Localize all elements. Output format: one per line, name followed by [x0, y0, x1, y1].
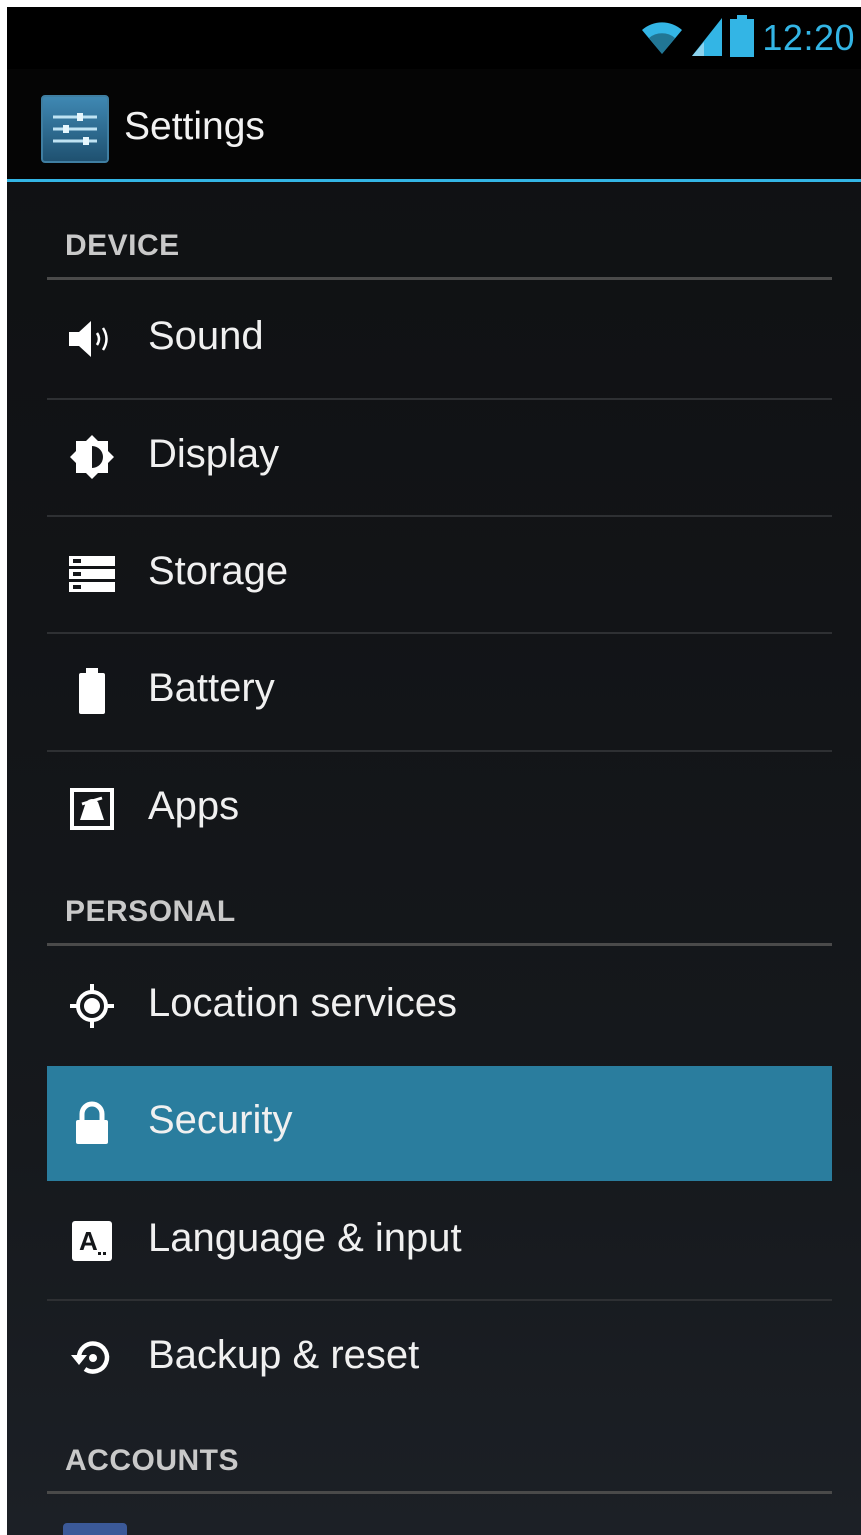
- settings-item-backup-reset[interactable]: Backup & reset: [47, 1301, 832, 1416]
- section-divider: [47, 277, 832, 280]
- section-divider: [47, 943, 832, 946]
- phone-screen: 12:20 Settings DEVICE Sound Display Stor…: [7, 7, 861, 1535]
- location-icon: [67, 983, 117, 1029]
- action-bar: Settings: [7, 69, 861, 179]
- settings-item-security[interactable]: Security: [47, 1066, 832, 1181]
- settings-item-label: Language & input: [148, 1216, 462, 1260]
- lock-icon: [67, 1100, 117, 1146]
- settings-item-label: Sound: [148, 314, 264, 358]
- section-header-device: DEVICE: [65, 229, 180, 262]
- status-bar: 12:20: [7, 7, 861, 69]
- settings-item-label: Display: [148, 432, 280, 476]
- brightness-icon: [67, 434, 117, 480]
- battery-icon: [730, 14, 755, 62]
- page-title: Settings: [124, 105, 265, 148]
- settings-item-language-input[interactable]: A Language & input: [47, 1184, 832, 1299]
- settings-item-display[interactable]: Display: [47, 400, 832, 515]
- svg-text:A: A: [79, 1226, 98, 1256]
- apps-icon: [67, 786, 117, 832]
- settings-item-apps[interactable]: Apps: [47, 752, 832, 867]
- settings-item-label: Apps: [148, 784, 240, 828]
- settings-item-battery[interactable]: Battery: [47, 634, 832, 749]
- settings-item-sound[interactable]: Sound: [47, 282, 832, 397]
- speaker-icon: [67, 316, 117, 362]
- signal-icon: [692, 16, 723, 61]
- action-bar-divider: [7, 179, 861, 182]
- battery-icon: [67, 668, 117, 714]
- account-icon[interactable]: [63, 1523, 127, 1535]
- section-header-personal: PERSONAL: [65, 895, 236, 928]
- backup-icon: [67, 1335, 117, 1381]
- settings-item-location-services[interactable]: Location services: [47, 949, 832, 1064]
- keyboard-icon: A: [67, 1218, 117, 1264]
- storage-icon: [67, 551, 117, 597]
- settings-item-storage[interactable]: Storage: [47, 517, 832, 632]
- settings-sliders-icon[interactable]: [41, 95, 109, 163]
- settings-item-label: Storage: [148, 549, 289, 593]
- clock: 12:20: [762, 17, 855, 58]
- settings-item-label: Backup & reset: [148, 1333, 420, 1377]
- settings-item-label: Battery: [148, 666, 275, 710]
- settings-item-label: Security: [148, 1098, 293, 1142]
- section-header-accounts: ACCOUNTS: [65, 1444, 239, 1477]
- settings-item-label: Location services: [148, 981, 458, 1025]
- section-divider: [47, 1491, 832, 1494]
- wifi-icon: [640, 16, 684, 61]
